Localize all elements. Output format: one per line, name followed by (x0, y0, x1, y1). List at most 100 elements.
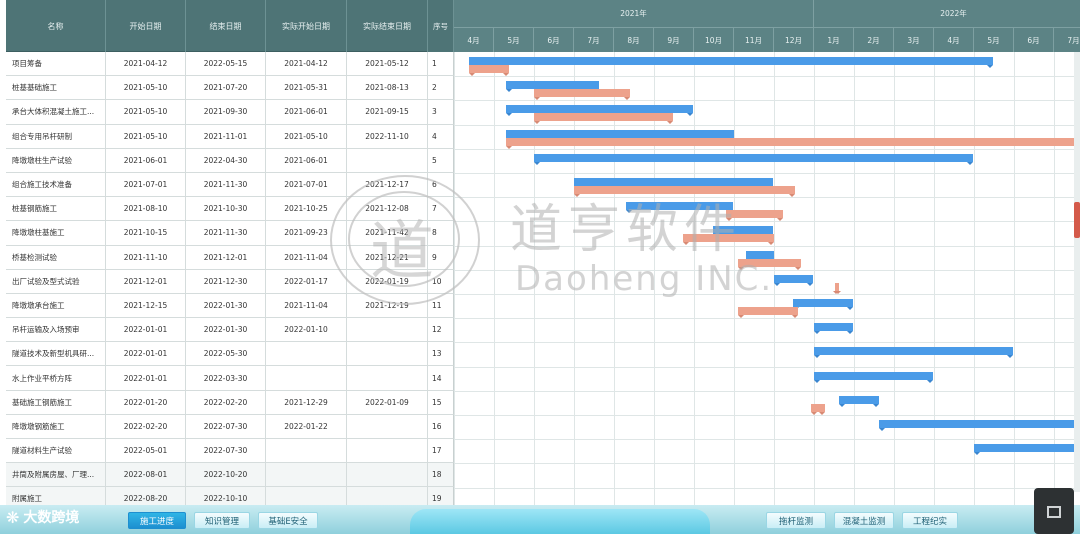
table-header: 名称 开始日期 结束日期 实际开始日期 实际结束日期 (6, 0, 428, 52)
actual-bar[interactable] (726, 210, 784, 222)
task-name-cell: 组合施工技术准备 (6, 172, 106, 197)
col-header-name[interactable]: 名称 (6, 0, 106, 52)
window-icon[interactable] (1047, 506, 1061, 518)
grid-line-vertical (814, 52, 815, 512)
table-row[interactable]: 组合施工技术准备 2021-07-01 2021-11-30 2021-07-01 20… (6, 172, 428, 198)
gantt-chart: 2021年 2022年 4月 5月 6月 7月 8月 9月 10月 11月 12月 1月 2月 3月 4月 5… (454, 0, 1080, 534)
planned-bar[interactable] (534, 153, 973, 165)
grid-line-horizontal (454, 269, 1080, 271)
end-date-cell: 2022-01-30 (186, 318, 266, 342)
actual-end-date-cell: 2021-12-17 (347, 172, 428, 197)
start-date-cell: 2021-10-15 (106, 221, 186, 245)
task-name-cell: 组合专用吊杆研制 (6, 124, 106, 148)
planned-bar[interactable] (974, 444, 1080, 456)
planned-bar[interactable] (879, 420, 1080, 431)
nav-button-construction-progress[interactable]: 施工进度 (128, 512, 186, 529)
table-row[interactable]: 降墩墩柱生产试验 2021-06-01 2022-04-30 2021-06-01 (6, 148, 428, 173)
planned-bar[interactable] (506, 105, 693, 117)
task-name-cell: 桥基检测试验 (6, 245, 106, 269)
planned-bar[interactable] (774, 274, 813, 286)
planned-bar[interactable] (574, 178, 773, 189)
year-header-2022: 2022年 (814, 0, 1080, 28)
planned-bar[interactable] (506, 81, 600, 93)
actual-bar[interactable] (534, 89, 630, 101)
actual-start-date-cell: 2021-09-23 (266, 221, 347, 245)
table-row[interactable]: 承台大体积混凝土施工... 2021-05-10 2021-09-30 2021-06… (6, 100, 428, 125)
grid-line-horizontal (454, 173, 1080, 174)
planned-bar[interactable] (626, 202, 733, 214)
table-row[interactable]: 项目筹备 2021-04-12 2022-05-15 2021-04-12 2021-0… (6, 52, 428, 77)
start-date-cell: 2021-08-10 (106, 197, 186, 221)
actual-bar[interactable] (506, 137, 1080, 149)
actual-bar[interactable] (534, 113, 673, 125)
col-header-actual-end[interactable]: 实际结束日期 (347, 0, 428, 52)
table-row[interactable]: 出厂试验及型式试验 2021-12-01 2021-12-30 2022-01-17 2… (6, 269, 428, 294)
nav-button-knowledge-management[interactable]: 知识管理 (194, 512, 250, 529)
actual-start-date-cell: 2021-06-01 (266, 100, 347, 124)
actual-bar[interactable] (738, 307, 798, 318)
actual-start-date-cell: 2022-01-10 (266, 318, 347, 342)
start-date-cell: 2021-06-01 (106, 148, 186, 172)
nav-button-rod-monitoring[interactable]: 拖杆监测 (766, 512, 826, 529)
schedule-table: 名称 开始日期 结束日期 实际开始日期 实际结束日期 项目筹备 2021-04-1… (6, 0, 428, 534)
planned-bar[interactable] (814, 371, 933, 383)
actual-start-date-cell: 2021-04-12 (266, 52, 347, 76)
table-row[interactable]: 桥基检测试验 2021-11-10 2021-12-01 2021-11-04 2021… (6, 245, 428, 270)
table-row[interactable]: 吊杆运输及入场预审 2022-01-01 2022-01-30 2022-01-10 (6, 318, 428, 343)
end-date-cell: 2021-11-30 (186, 172, 266, 197)
row-index: 15 (428, 390, 454, 415)
planned-bar[interactable] (814, 347, 1013, 359)
actual-start-date-cell: 2021-12-29 (266, 390, 347, 414)
month-header: 7月 (1054, 28, 1080, 52)
actual-start-date-cell (266, 439, 347, 463)
vertical-scrollbar[interactable] (1074, 52, 1080, 492)
planned-bar[interactable] (839, 395, 880, 407)
start-date-cell: 2022-02-20 (106, 414, 186, 438)
start-date-cell: 2021-05-10 (106, 100, 186, 124)
end-date-cell: 2022-05-30 (186, 342, 266, 366)
planned-bar[interactable] (506, 129, 734, 141)
actual-end-date-cell (347, 414, 428, 438)
table-row[interactable]: 降墩墩钢筋施工 2022-02-20 2022-07-30 2022-01-22 (6, 414, 428, 439)
table-row[interactable]: 组合专用吊杆研制 2021-05-10 2021-11-01 2021-05-10 20… (6, 124, 428, 149)
actual-bar[interactable] (468, 65, 509, 76)
grid-line-horizontal (454, 487, 1080, 489)
planned-bar[interactable] (746, 250, 774, 262)
actual-bar[interactable] (683, 234, 774, 246)
grid-line-vertical (974, 52, 975, 512)
col-header-start[interactable]: 开始日期 (106, 0, 186, 52)
actual-bar[interactable] (811, 403, 825, 415)
table-row[interactable]: 水上作业平桥方阵 2022-01-01 2022-03-30 (6, 366, 428, 391)
end-date-cell: 2022-01-30 (186, 293, 266, 318)
planned-bar[interactable] (792, 299, 853, 310)
table-row[interactable]: 降墩墩承台施工 2021-12-15 2022-01-30 2021-11-04 202… (6, 293, 428, 319)
task-name-cell: 隧道材料生产试验 (6, 439, 106, 463)
nav-button-safety[interactable]: 基础E安全 (258, 512, 318, 529)
table-row[interactable]: 隧道技术及新型机具研... 2022-01-01 2022-05-30 (6, 342, 428, 367)
table-row[interactable]: 降墩墩柱基施工 2021-10-15 2021-11-30 2021-09-23 202… (6, 221, 428, 246)
table-row[interactable]: 井筒及附属房屋、厂理... 2022-08-01 2022-10-20 (6, 463, 428, 488)
grid-line-horizontal (454, 245, 1080, 247)
planned-bar[interactable] (712, 226, 773, 238)
actual-bar[interactable] (574, 186, 796, 197)
col-header-actual-start[interactable]: 实际开始日期 (266, 0, 347, 52)
scrollbar-thumb[interactable] (1074, 202, 1080, 238)
nav-button-concrete-monitoring[interactable]: 混凝土监测 (834, 512, 894, 529)
table-row[interactable]: 基础施工钢筋施工 2022-01-20 2022-02-20 2021-12-29 20… (6, 390, 428, 415)
planned-bar[interactable] (814, 323, 853, 335)
month-header: 10月 (694, 28, 734, 52)
end-date-cell: 2022-03-30 (186, 366, 266, 390)
start-date-cell: 2021-04-12 (106, 52, 186, 76)
actual-start-date-cell (266, 342, 347, 366)
table-row[interactable]: 隧道材料生产试验 2022-05-01 2022-07-30 (6, 439, 428, 464)
table-row[interactable]: 桩基基础施工 2021-05-10 2021-07-20 2021-05-31 2021… (6, 76, 428, 101)
planned-bar[interactable] (468, 57, 993, 68)
row-index: 2 (428, 76, 454, 101)
table-row[interactable]: 桩基钢筋施工 2021-08-10 2021-10-30 2021-10-25 2021… (6, 197, 428, 222)
month-header: 11月 (734, 28, 774, 52)
col-header-end[interactable]: 结束日期 (186, 0, 266, 52)
actual-bar[interactable] (833, 282, 842, 294)
actual-bar[interactable] (738, 258, 801, 270)
row-index: 16 (428, 414, 454, 439)
nav-button-project-record[interactable]: 工程纪实 (902, 512, 958, 529)
